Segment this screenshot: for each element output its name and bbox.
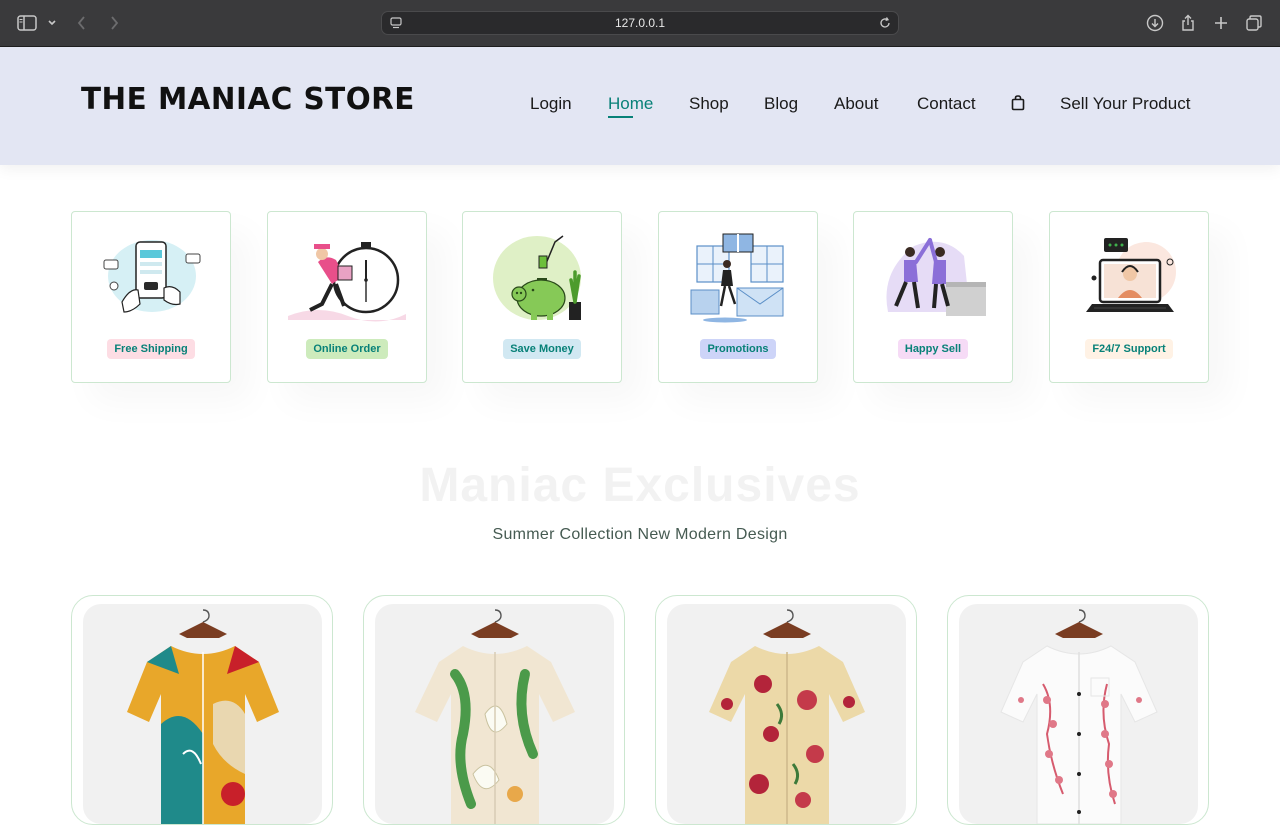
- feature-label: Promotions: [700, 339, 776, 359]
- feature-save-money[interactable]: Save Money: [462, 211, 622, 383]
- feature-support[interactable]: F24/7 Support: [1049, 211, 1209, 383]
- nav-home[interactable]: Home: [608, 94, 653, 114]
- nav-login[interactable]: Login: [530, 94, 572, 114]
- chevron-down-icon[interactable]: [41, 12, 63, 34]
- nav-about[interactable]: About: [834, 94, 878, 114]
- feature-promotions[interactable]: Promotions: [658, 211, 818, 383]
- product-card[interactable]: [71, 595, 333, 825]
- site-header: THE MANIAC STORE Login Home Shop Blog Ab…: [0, 47, 1280, 165]
- feature-free-shipping[interactable]: Free Shipping: [71, 211, 231, 383]
- nav-contact[interactable]: Contact: [917, 94, 976, 114]
- product-image[interactable]: [375, 604, 614, 824]
- url-text: 127.0.0.1: [614, 16, 666, 30]
- forward-arrow-icon[interactable]: [103, 12, 125, 34]
- nav-active-underline: [608, 116, 633, 118]
- download-icon[interactable]: [1144, 12, 1166, 34]
- feature-happy-sell[interactable]: Happy Sell: [853, 211, 1013, 383]
- product-image[interactable]: [667, 604, 906, 824]
- gift-envelope-icon: [679, 232, 797, 328]
- section-title: Maniac Exclusives: [419, 459, 861, 512]
- cart-button[interactable]: [1011, 95, 1025, 116]
- feature-label: Save Money: [503, 339, 581, 359]
- tab-overview-icon[interactable]: [1243, 12, 1265, 34]
- feature-label: Happy Sell: [897, 339, 969, 359]
- shopping-bag-icon: [1011, 95, 1025, 115]
- clock-delivery-icon: [288, 232, 406, 328]
- reload-icon[interactable]: [878, 16, 892, 35]
- piggy-bank-icon: [483, 232, 601, 328]
- store-logo[interactable]: THE MANIAC STORE: [81, 82, 415, 117]
- nav-shop[interactable]: Shop: [689, 94, 729, 114]
- section-subtitle: Summer Collection New Modern Design: [492, 526, 788, 543]
- phone-payment-icon: [92, 232, 210, 328]
- back-arrow-icon[interactable]: [71, 12, 93, 34]
- new-tab-icon[interactable]: [1210, 12, 1232, 34]
- share-icon[interactable]: [1177, 12, 1199, 34]
- product-image[interactable]: [959, 604, 1198, 824]
- product-card[interactable]: [363, 595, 625, 825]
- laptop-support-icon: [1070, 232, 1188, 328]
- nav-sell-your-product[interactable]: Sell Your Product: [1060, 94, 1190, 114]
- feature-label: F24/7 Support: [1085, 339, 1173, 359]
- feature-label: Online Order: [306, 339, 388, 359]
- feature-online-order[interactable]: Online Order: [267, 211, 427, 383]
- product-card[interactable]: [655, 595, 917, 825]
- high-five-icon: [874, 232, 992, 328]
- address-bar[interactable]: 127.0.0.1: [381, 11, 899, 35]
- sidebar-toggle-icon[interactable]: [16, 12, 38, 34]
- browser-toolbar: 127.0.0.1: [0, 0, 1280, 47]
- product-image[interactable]: [83, 604, 322, 824]
- nav-blog[interactable]: Blog: [764, 94, 798, 114]
- feature-label: Free Shipping: [107, 339, 195, 359]
- product-card[interactable]: [947, 595, 1209, 825]
